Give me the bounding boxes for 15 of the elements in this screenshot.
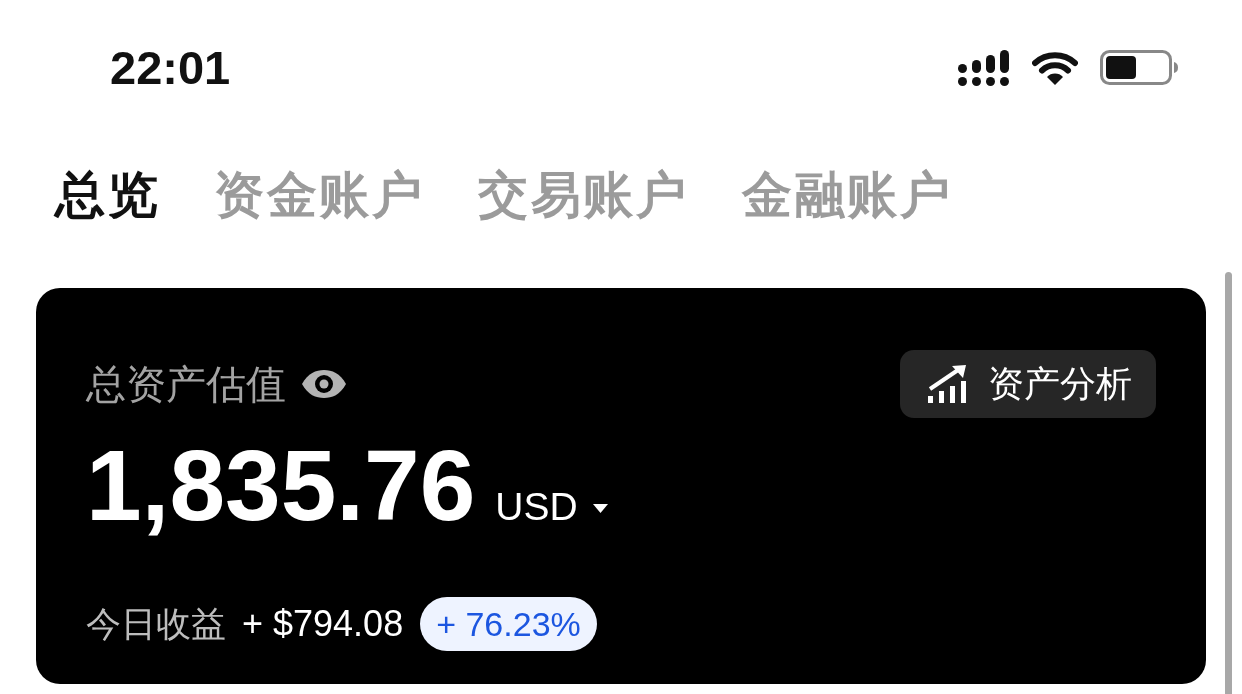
total-amount: 1,835.76 bbox=[86, 430, 476, 540]
chart-trend-icon bbox=[928, 365, 968, 403]
profit-percent-badge: + 76.23% bbox=[420, 597, 597, 651]
currency-selector[interactable]: USD bbox=[495, 487, 578, 526]
today-profit-label: 今日收益 bbox=[86, 604, 226, 644]
battery-icon bbox=[1100, 50, 1178, 85]
caret-icon[interactable] bbox=[592, 503, 608, 513]
signal-icon bbox=[958, 49, 1010, 86]
asset-analysis-button[interactable]: 资产分析 bbox=[900, 350, 1156, 418]
status-time: 22:01 bbox=[110, 44, 231, 91]
eye-icon[interactable] bbox=[302, 370, 346, 398]
account-tab[interactable]: 总览 bbox=[55, 165, 160, 225]
wifi-icon bbox=[1032, 50, 1078, 85]
total-assets-label: 总资产估值 bbox=[86, 362, 286, 406]
today-profit-value: + $794.08 bbox=[242, 604, 404, 644]
